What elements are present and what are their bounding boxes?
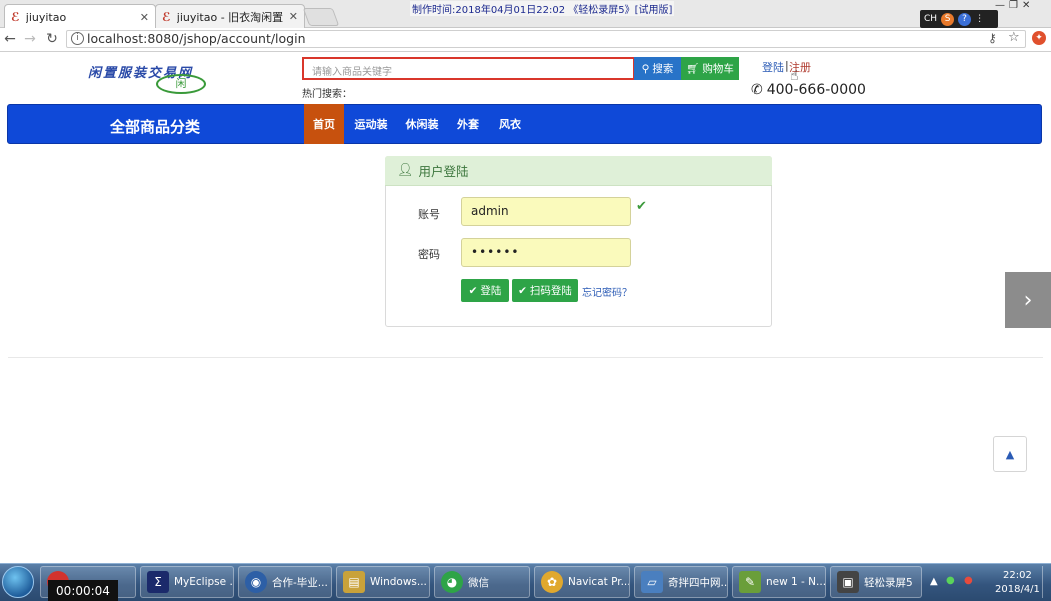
nav-item-windbreaker[interactable]: 风衣 [494, 104, 526, 144]
taskbar-item[interactable]: ✿ Navicat Pr... [534, 566, 630, 598]
recording-timer: 00:00:04 [48, 580, 118, 601]
valid-check-icon: ✔ [636, 199, 647, 214]
qr-login-label: 扫码登陆 [529, 285, 572, 297]
url-field[interactable]: i localhost:8080/jshop/account/login [66, 30, 1026, 48]
options-icon[interactable]: ⋮ [975, 14, 984, 24]
browser-tab-active[interactable]: ℰ jiuyitao ✕ [4, 4, 156, 29]
search-icon: ⚲ [641, 62, 650, 75]
navicat-icon: ✿ [541, 571, 563, 593]
back-arrow-icon[interactable]: ← [2, 31, 18, 47]
qr-login-button[interactable]: ✔ 扫码登陆 [512, 279, 578, 302]
cart-button[interactable]: 🛒︎ 购物车 [681, 57, 739, 80]
nav-item-home[interactable]: 首页 [304, 104, 344, 144]
check-icon: ✔ [468, 284, 478, 297]
taskbar-item[interactable]: ▱ 奇拌四中网... [634, 566, 728, 598]
check-icon: ✔ [518, 284, 527, 297]
close-window-icon[interactable]: ✕ [1022, 0, 1030, 14]
tray-expand-icon[interactable]: ▲ [930, 576, 938, 587]
nav-item-sportswear[interactable]: 运动装 [350, 104, 392, 144]
folder-icon: ▤ [343, 571, 365, 593]
taskbar-label: 合作-毕业... [272, 576, 328, 589]
login-button-label: 登陆 [480, 285, 502, 297]
search-input[interactable]: 请输入商品关键字 [302, 57, 635, 80]
account-field[interactable]: admin [461, 197, 631, 226]
notepad-icon: ✎ [739, 571, 761, 593]
taskbar-label: 轻松录屏5 [864, 576, 913, 589]
login-panel-title: 用户登陆 [418, 164, 469, 179]
forward-arrow-icon[interactable]: → [22, 31, 38, 47]
taskbar-clock[interactable]: 22:02 2018/4/1 [995, 569, 1040, 597]
taskbar-label: Navicat Pr... [568, 576, 630, 588]
search-button-label: 搜索 [652, 63, 674, 75]
taskbar-label: 微信 [468, 576, 489, 589]
phone-number: 400-666-0000 [766, 82, 866, 98]
forgot-password-link[interactable]: 忘记密码？ [582, 284, 632, 299]
myeclipse-icon: Ʃ [147, 571, 169, 593]
content-divider [8, 357, 1043, 358]
back-to-top-icon[interactable]: ▲ [993, 436, 1027, 472]
site-info-icon[interactable]: i [71, 32, 84, 45]
bookmark-star-icon[interactable]: ☆ [1008, 30, 1020, 45]
site-favicon-icon: ℰ [11, 10, 20, 24]
antivirus-tray-icon[interactable]: ● [964, 575, 973, 586]
hotline: ✆ 400-666-0000 [751, 82, 866, 98]
cart-icon: 🛒︎ [686, 63, 700, 75]
wechat-icon: ◕ [441, 571, 463, 593]
start-button[interactable] [2, 566, 34, 598]
login-panel-header: 👤︎ 用户登陆 [385, 156, 772, 186]
phone-icon: ✆ [751, 82, 763, 98]
browser-tab[interactable]: ℰ jiuyitao - 旧衣淘闲置交易 ✕ [155, 4, 305, 28]
hot-search-label: 热门搜索： [302, 89, 352, 100]
user-icon: 👤︎ [397, 163, 414, 178]
login-link[interactable]: 登陆 [762, 59, 784, 75]
taskbar-label: new 1 - N... [766, 576, 826, 588]
account-label: 账号 [418, 208, 440, 221]
clock-date: 2018/4/1 [995, 584, 1040, 595]
taskbar-label: MyEclipse ... [174, 576, 234, 588]
nav-item-coats[interactable]: 外套 [452, 104, 484, 144]
clock-time: 22:02 [1003, 570, 1032, 581]
taskbar-item[interactable]: ◉ 合作-毕业... [238, 566, 332, 598]
extension-icon[interactable]: ✦ [1032, 31, 1046, 45]
taskbar-item[interactable]: ◕ 微信 [434, 566, 530, 598]
url-text: localhost:8080/jshop/account/login [87, 31, 306, 46]
show-desktop-button[interactable] [1042, 566, 1051, 598]
restore-icon[interactable]: ❐ [1009, 0, 1018, 14]
taskbar-item[interactable]: ▤ Windows... [336, 566, 430, 598]
wechat-tray-icon[interactable]: ● [946, 575, 955, 586]
tab-title: jiuyitao [25, 10, 67, 24]
capture-toolbar: CH S ? ⋮ [920, 10, 998, 28]
recording-watermark: 制作时间:2018年04月01日22:02 《轻松录屏5》[试用版] [410, 1, 675, 16]
login-button[interactable]: ✔ 登陆 [461, 279, 509, 302]
site-favicon-icon: ℰ [162, 9, 171, 24]
chat-app-icon: ◉ [245, 571, 267, 593]
password-label: 密码 [418, 248, 440, 261]
reload-icon[interactable]: ↻ [44, 31, 60, 47]
new-tab-button[interactable] [302, 8, 340, 26]
help-icon[interactable]: ? [958, 12, 972, 26]
window-icon: ▱ [641, 571, 663, 593]
logo-badge: 闲 [156, 74, 206, 94]
site-logo[interactable]: 闲置服装交易网 闲 [88, 62, 208, 98]
taskbar-item[interactable]: Ʃ MyEclipse ... [140, 566, 234, 598]
taskbar-label: 奇拌四中网... [668, 576, 728, 589]
all-categories-menu[interactable]: 全部商品分类 [110, 116, 200, 137]
password-field[interactable]: •••••• [461, 238, 631, 267]
language-indicator: CH [924, 14, 938, 24]
tab-title: jiuyitao - 旧衣淘闲置交易 [176, 10, 283, 24]
search-button[interactable]: ⚲ 搜索 [634, 57, 681, 80]
taskbar-item[interactable]: ▣ 轻松录屏5 [830, 566, 922, 598]
cart-button-label: 购物车 [702, 63, 734, 75]
close-tab-icon[interactable]: ✕ [289, 10, 298, 23]
taskbar-item[interactable]: ✎ new 1 - N... [732, 566, 826, 598]
taskbar-label: Windows... [370, 576, 427, 588]
key-icon[interactable]: ⚷ [988, 31, 997, 45]
window-controls: — ❐ ✕ [995, 0, 1051, 14]
chevron-right-icon[interactable]: › [1005, 272, 1051, 328]
nav-item-casual[interactable]: 休闲装 [401, 104, 443, 144]
screen-recorder-icon: ▣ [837, 571, 859, 593]
sogou-icon[interactable]: S [941, 12, 955, 26]
close-tab-icon[interactable]: ✕ [140, 11, 149, 24]
